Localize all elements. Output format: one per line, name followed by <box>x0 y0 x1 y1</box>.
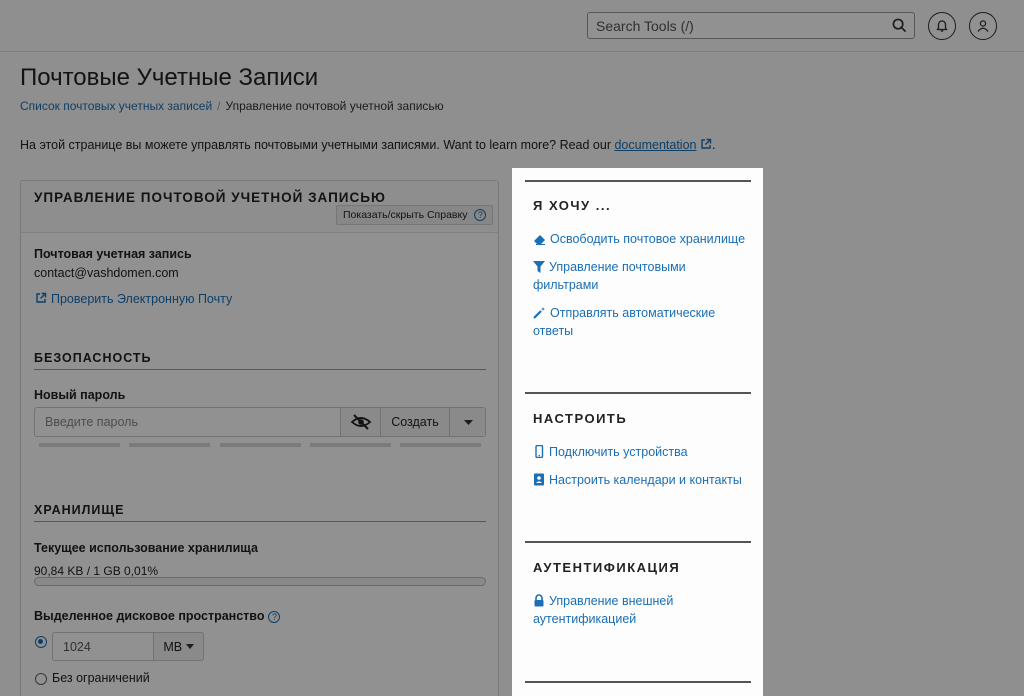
free-up-storage-link[interactable]: Освободить почтовое хранилище <box>533 230 748 248</box>
generate-password-button[interactable]: Создать <box>380 408 449 436</box>
search-box[interactable] <box>587 12 915 39</box>
password-strength-segment <box>310 443 391 447</box>
new-password-label: Новый пароль <box>34 388 126 402</box>
intro-text: На этой странице вы можете управлять поч… <box>20 138 715 152</box>
intro-description: На этой странице вы можете управлять поч… <box>20 138 615 152</box>
user-icon <box>977 20 989 32</box>
sidebar-heading-i-want: Я ХОЧУ ... <box>533 198 612 213</box>
quota-input[interactable] <box>52 632 154 661</box>
external-auth-label: Управление внешней аутентификацией <box>533 594 674 626</box>
storage-usage-bar <box>34 577 486 586</box>
quota-unit-label: MB <box>163 639 183 654</box>
connect-devices-label: Подключить устройства <box>549 445 688 459</box>
password-strength-segment <box>220 443 301 447</box>
toggle-help-label: Показать/скрыть Справку <box>343 209 468 221</box>
breadcrumb: Список почтовых учетных записей / Управлен… <box>20 99 444 113</box>
filter-icon <box>533 261 545 273</box>
notifications-button[interactable] <box>928 12 956 40</box>
toggle-help-button[interactable]: Показать/скрыть Справку ? <box>336 205 494 225</box>
manage-filters-link[interactable]: Управление почтовыми фильтрами <box>533 258 748 294</box>
calendars-contacts-label: Настроить календари и контакты <box>549 473 742 487</box>
top-bar <box>0 0 1024 52</box>
account-value: contact@vashdomen.com <box>34 266 179 280</box>
user-menu-button[interactable] <box>969 12 997 40</box>
eye-slash-icon <box>350 414 372 430</box>
external-link-icon <box>36 292 47 303</box>
check-email-label: Проверить Электронную Почту <box>51 292 233 306</box>
eraser-icon <box>534 235 545 245</box>
storage-usage-value: 90,84 KB / 1 GB 0,01% <box>34 564 159 578</box>
quota-unit-select[interactable]: MB <box>153 632 204 661</box>
search-icon[interactable] <box>892 18 907 33</box>
new-password-input[interactable] <box>35 408 340 436</box>
card-header: УПРАВЛЕНИЕ ПОЧТОВОЙ УЧЕТНОЙ ЗАПИСЬЮ Пока… <box>21 181 498 233</box>
autoresponders-label: Отправлять автоматические ответы <box>533 306 716 338</box>
breadcrumb-current: Управление почтовой учетной записью <box>225 99 444 113</box>
bell-icon <box>936 20 948 32</box>
sidebar-heading-authentication: АУТЕНТИФИКАЦИЯ <box>533 560 681 575</box>
free-up-storage-label: Освободить почтовое хранилище <box>550 232 746 246</box>
connect-devices-link[interactable]: Подключить устройства <box>533 443 748 461</box>
account-label: Почтовая учетная запись <box>34 247 192 261</box>
quota-label: Выделенное дисковое пространство? <box>34 609 281 623</box>
sidebar-panel: Я ХОЧУ ... Освободить почтовое хранилище… <box>512 168 763 696</box>
breadcrumb-separator: / <box>217 99 221 113</box>
caret-down-icon <box>463 420 473 425</box>
external-auth-link[interactable]: Управление внешней аутентификацией <box>533 592 748 628</box>
external-link-icon <box>701 138 712 149</box>
sidebar-divider <box>525 392 751 394</box>
lock-icon <box>534 594 544 607</box>
storage-section-title: ХРАНИЛИЩЕ <box>34 503 125 517</box>
toggle-password-visibility-button[interactable] <box>340 408 381 436</box>
quota-limited-radio[interactable] <box>35 636 47 648</box>
manage-filters-label: Управление почтовыми фильтрами <box>533 260 686 292</box>
quota-label-text: Выделенное дисковое пространство <box>34 609 265 623</box>
calendars-contacts-link[interactable]: Настроить календари и контакты <box>533 471 748 489</box>
manage-account-card: УПРАВЛЕНИЕ ПОЧТОВОЙ УЧЕТНОЙ ЗАПИСЬЮ Пока… <box>20 180 499 696</box>
card-title: УПРАВЛЕНИЕ ПОЧТОВОЙ УЧЕТНОЙ ЗАПИСЬЮ <box>34 190 386 205</box>
storage-divider <box>34 521 486 522</box>
quota-unlimited-label: Без ограничений <box>52 671 150 685</box>
page-title: Почтовые Учетные Записи <box>20 64 319 91</box>
magic-wand-icon <box>533 307 546 319</box>
quota-unlimited-radio[interactable] <box>35 673 47 685</box>
breadcrumb-link-email-accounts[interactable]: Список почтовых учетных записей <box>20 99 212 113</box>
storage-usage-label: Текущее использование хранилища <box>34 541 258 555</box>
sidebar-divider <box>525 180 751 182</box>
sidebar-divider <box>525 681 751 683</box>
check-email-link[interactable]: Проверить Электронную Почту <box>35 292 232 306</box>
quota-help-icon[interactable]: ? <box>268 611 281 623</box>
security-divider <box>34 369 486 370</box>
autoresponders-link[interactable]: Отправлять автоматические ответы <box>533 304 748 340</box>
search-input[interactable] <box>588 13 878 38</box>
intro-end: . <box>711 138 716 152</box>
documentation-link[interactable]: documentation <box>614 138 696 152</box>
generate-options-dropdown[interactable] <box>448 408 485 436</box>
caret-down-icon <box>185 643 194 649</box>
password-strength-segment <box>129 443 210 447</box>
address-book-icon <box>534 473 544 486</box>
sidebar-divider <box>525 541 751 543</box>
mobile-icon <box>535 444 544 459</box>
security-section-title: БЕЗОПАСНОСТЬ <box>34 351 152 365</box>
password-strength-segment <box>39 443 120 447</box>
password-input-group: Создать <box>34 407 486 437</box>
sidebar-heading-configure: НАСТРОИТЬ <box>533 411 628 426</box>
question-icon: ? <box>474 209 487 221</box>
password-strength-segment <box>400 443 481 447</box>
